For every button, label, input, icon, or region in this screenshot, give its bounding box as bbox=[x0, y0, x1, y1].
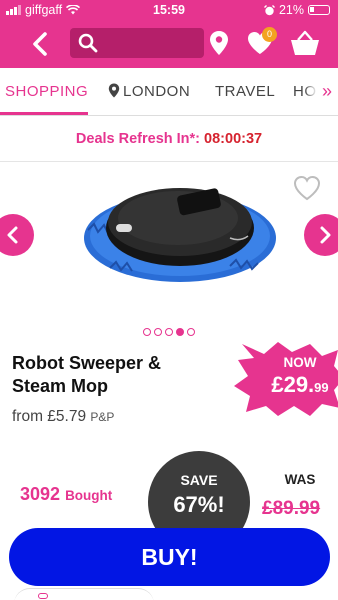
app-header: giffgaff 15:59 21% 0 bbox=[0, 0, 338, 68]
deals-refresh-label: Deals Refresh In*: bbox=[75, 131, 201, 147]
tab-shopping[interactable]: SHOPPING bbox=[5, 83, 88, 100]
carousel-pagination bbox=[0, 328, 338, 336]
more-tabs-chevron-icon[interactable]: » bbox=[316, 68, 338, 115]
tab-london[interactable]: LONDON bbox=[108, 83, 190, 100]
now-label: NOW bbox=[283, 355, 317, 370]
now-price-pence: 99 bbox=[314, 380, 329, 395]
was-label: WAS bbox=[284, 472, 316, 487]
chevron-right-icon bbox=[320, 226, 331, 244]
carousel-dot[interactable] bbox=[165, 328, 173, 336]
pp-label: P&P bbox=[90, 410, 115, 424]
alarm-icon bbox=[263, 4, 275, 15]
category-tabs: SHOPPING LONDON TRAVEL HOME » bbox=[0, 68, 338, 116]
carousel-next-button[interactable] bbox=[304, 214, 338, 256]
bottom-card-edge bbox=[14, 588, 154, 600]
battery-icon bbox=[308, 5, 330, 15]
status-bar: giffgaff 15:59 21% bbox=[0, 3, 338, 19]
deals-refresh-banner: Deals Refresh In*: 08:00:37 bbox=[0, 116, 338, 162]
buy-button[interactable]: BUY! bbox=[9, 528, 330, 586]
product-image-carousel[interactable] bbox=[0, 162, 338, 332]
back-chevron-icon[interactable] bbox=[28, 30, 52, 58]
location-pin-icon bbox=[108, 83, 120, 98]
now-price-main: £29. bbox=[271, 372, 315, 397]
nav-bar: 0 bbox=[0, 26, 338, 62]
chevron-left-icon bbox=[7, 226, 18, 244]
carousel-dot[interactable] bbox=[187, 328, 195, 336]
search-input[interactable] bbox=[70, 28, 204, 58]
search-icon bbox=[78, 33, 98, 53]
active-tab-indicator bbox=[0, 112, 88, 115]
partial-icon bbox=[38, 593, 48, 599]
carousel-dot[interactable] bbox=[154, 328, 162, 336]
carousel-dot[interactable] bbox=[143, 328, 151, 336]
tab-london-label: LONDON bbox=[123, 83, 191, 100]
product-delivery-price: from £5.79 P&P bbox=[12, 408, 114, 426]
bought-number: 3092 bbox=[20, 484, 61, 504]
carousel-prev-button[interactable] bbox=[0, 214, 34, 256]
save-label: SAVE bbox=[180, 472, 218, 488]
location-pin-icon[interactable] bbox=[208, 29, 230, 57]
save-percentage: 67%! bbox=[173, 492, 225, 517]
battery-percent: 21% bbox=[278, 3, 304, 17]
deals-countdown: 08:00:37 bbox=[204, 131, 263, 147]
favourites-count-badge: 0 bbox=[262, 27, 277, 42]
basket-icon[interactable] bbox=[289, 29, 321, 57]
carousel-dot[interactable] bbox=[176, 328, 184, 336]
product-title: Robot Sweeper & Steam Mop bbox=[12, 353, 162, 396]
now-price: £29.99 bbox=[262, 372, 338, 398]
product-image bbox=[84, 188, 276, 282]
add-favourite-heart-icon[interactable] bbox=[292, 174, 322, 202]
was-price: £89.99 bbox=[262, 498, 321, 519]
tab-travel[interactable]: TRAVEL bbox=[215, 83, 275, 100]
bought-count: 3092 Bought bbox=[20, 484, 112, 505]
from-price: from £5.79 bbox=[12, 408, 87, 425]
bought-label: Bought bbox=[65, 488, 113, 503]
